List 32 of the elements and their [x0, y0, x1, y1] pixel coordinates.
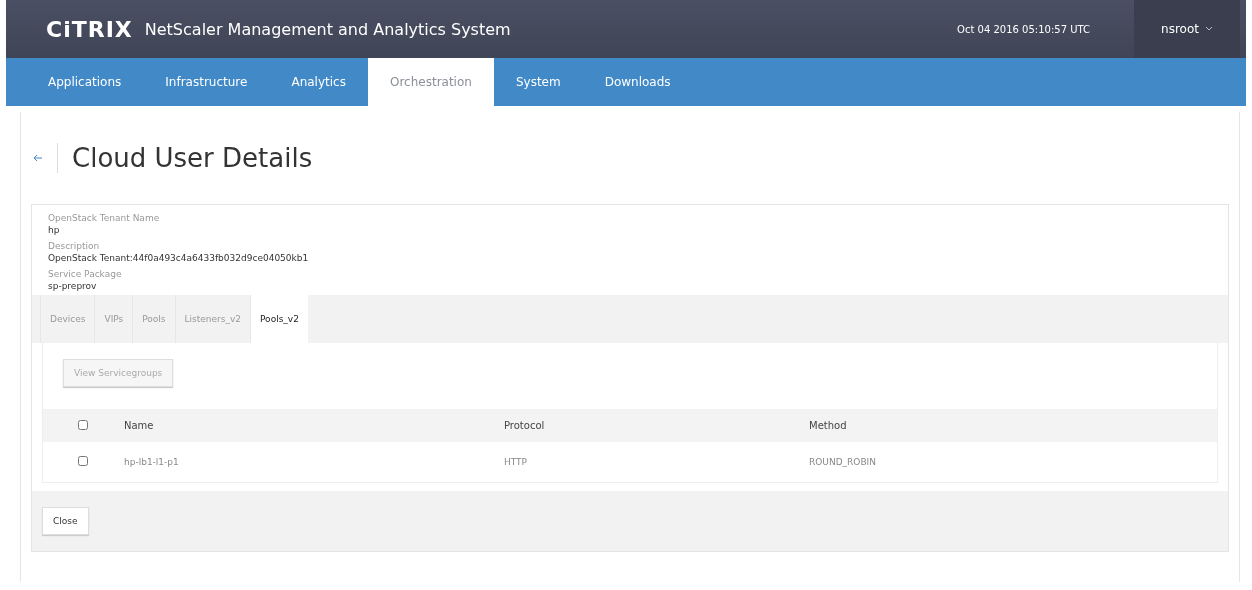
tab[interactable]: Devices [40, 295, 95, 343]
nav-tab[interactable]: Orchestration [367, 58, 494, 106]
table-cell: hp-lb1-l1-p1 [124, 457, 179, 467]
chevron-down-icon [1204, 26, 1213, 32]
product-title: NetScaler Management and Analytics System [144, 19, 511, 39]
column-header[interactable]: Name [124, 420, 154, 431]
page-title: Cloud User Details [57, 143, 313, 173]
tab[interactable]: Pools [132, 295, 175, 343]
table-cell: ROUND_ROBIN [809, 457, 876, 467]
close-button[interactable]: Close [42, 507, 89, 535]
nav-tab[interactable]: Infrastructure [143, 58, 270, 106]
nav-tab[interactable]: Applications [26, 58, 144, 106]
tab[interactable]: VIPs [94, 295, 133, 343]
field-value: hp [48, 225, 61, 235]
select-all-checkbox[interactable] [78, 419, 88, 430]
field-label: Service Package [48, 269, 123, 279]
nav-tab[interactable]: System [493, 58, 583, 106]
field-value: sp-preprov [48, 281, 98, 291]
column-header[interactable]: Method [809, 420, 847, 431]
column-header[interactable]: Protocol [504, 420, 545, 431]
row-checkbox[interactable] [78, 456, 88, 466]
tab[interactable]: Pools_v2 [250, 295, 308, 343]
citrix-logo: CiTRIX [46, 16, 133, 42]
back-arrow-icon[interactable] [33, 154, 43, 162]
table-cell: HTTP [504, 457, 528, 467]
date-time: Oct 04 2016 05:10:57 UTC [957, 23, 1090, 35]
field-label: Description [48, 241, 101, 251]
nav-tab[interactable]: Analytics [269, 58, 368, 106]
field-label: OpenStack Tenant Name [48, 213, 161, 223]
field-value: OpenStack Tenant:44f0a493c4a6433fb032d9ce04050kb1 [48, 253, 310, 263]
nav-tab[interactable]: Downloads [582, 58, 693, 106]
user-menu[interactable]: nsroot [1134, 0, 1240, 58]
